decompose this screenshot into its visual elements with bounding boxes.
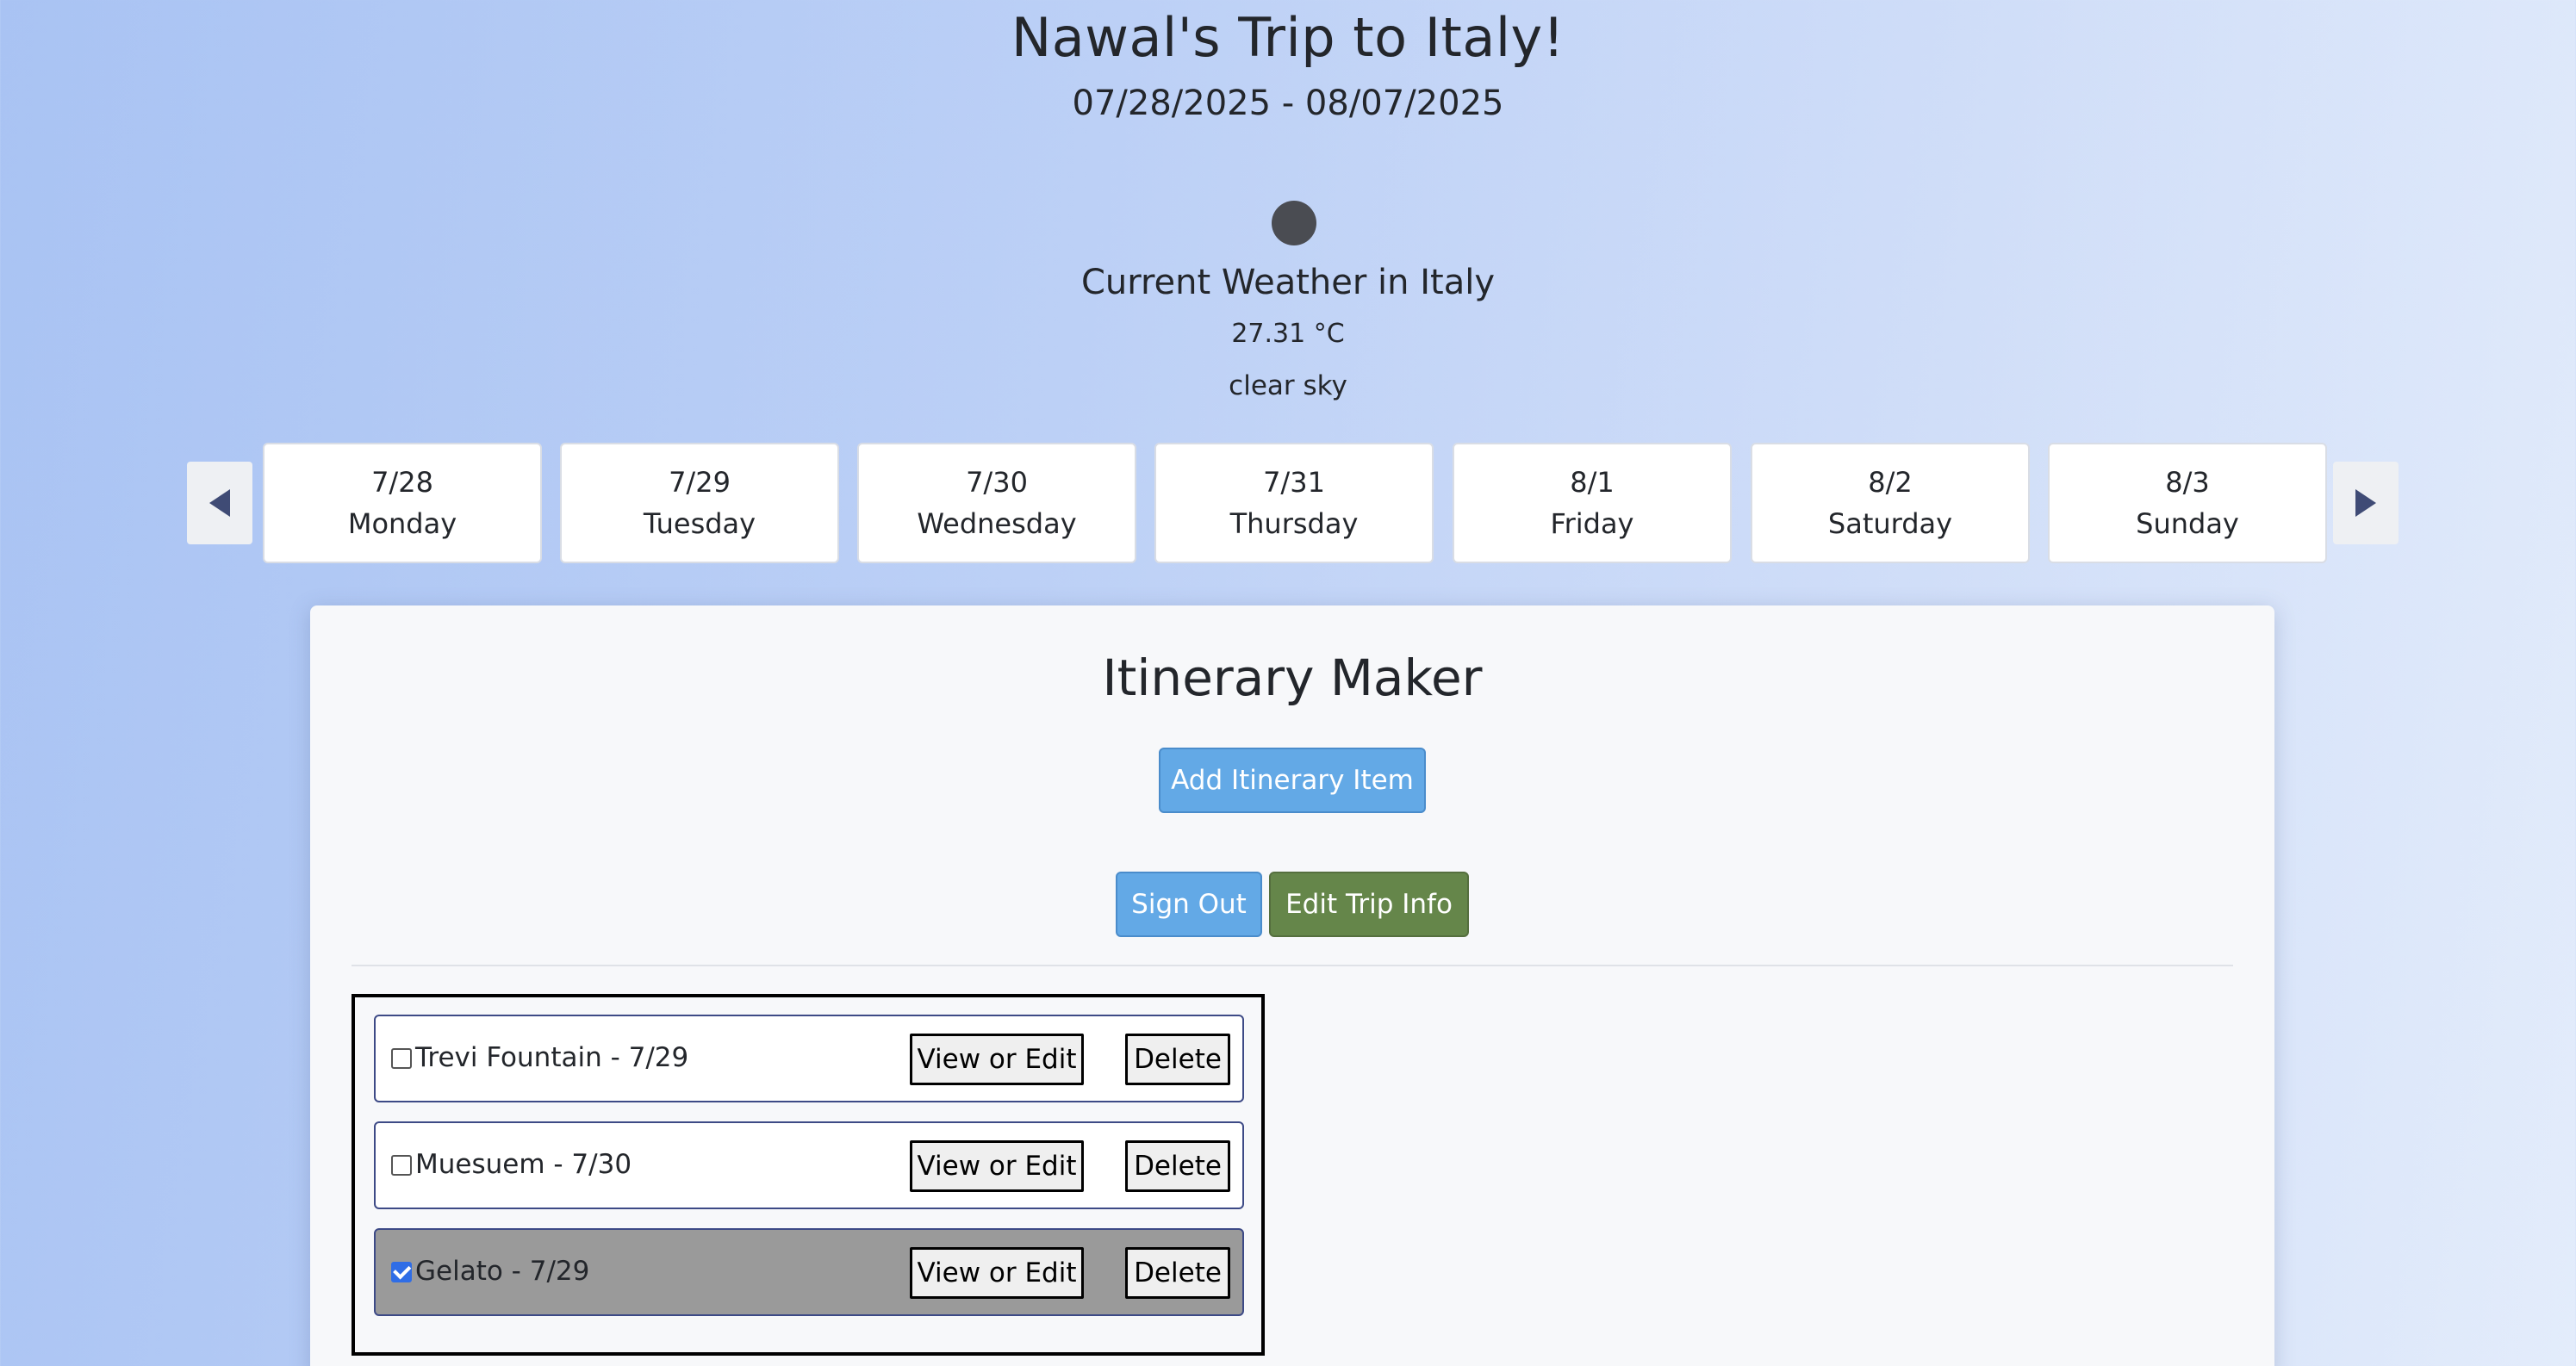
day-card-wednesday[interactable]: 7/30 Wednesday <box>857 443 1136 563</box>
sign-out-button[interactable]: Sign Out <box>1116 872 1262 937</box>
chevron-left-icon <box>209 489 230 517</box>
view-or-edit-button[interactable]: View or Edit <box>910 1247 1084 1299</box>
day-name: Thursday <box>1229 507 1359 540</box>
trip-dates: 07/28/2025 - 08/07/2025 <box>1072 84 1504 123</box>
divider <box>352 965 2233 966</box>
day-card-monday[interactable]: 7/28 Monday <box>263 443 542 563</box>
day-card-saturday[interactable]: 8/2 Saturday <box>1751 443 2030 563</box>
day-date: 8/2 <box>1868 466 1913 499</box>
day-card-sunday[interactable]: 8/3 Sunday <box>2048 443 2327 563</box>
add-itinerary-item-button[interactable]: Add Itinerary Item <box>1159 748 1426 813</box>
day-name: Sunday <box>2136 507 2239 540</box>
item-checkbox[interactable] <box>391 1262 412 1282</box>
list-item: Gelato - 7/29 View or Edit Delete <box>374 1228 1244 1316</box>
weather-icon <box>1272 201 1316 245</box>
day-date: 7/30 <box>966 466 1028 499</box>
itinerary-panel: Itinerary Maker Add Itinerary Item Sign … <box>310 605 2274 1366</box>
day-name: Tuesday <box>643 507 756 540</box>
day-date: 7/31 <box>1263 466 1325 499</box>
day-card-friday[interactable]: 8/1 Friday <box>1453 443 1732 563</box>
day-card-thursday[interactable]: 7/31 Thursday <box>1154 443 1434 563</box>
day-date: 8/1 <box>1570 466 1615 499</box>
item-checkbox[interactable] <box>391 1155 412 1176</box>
day-date: 8/3 <box>2165 466 2210 499</box>
item-checkbox[interactable] <box>391 1048 412 1069</box>
day-name: Saturday <box>1827 507 1953 540</box>
previous-days-button[interactable] <box>187 462 252 544</box>
day-date: 7/29 <box>669 466 731 499</box>
itinerary-list: Trevi Fountain - 7/29 View or Edit Delet… <box>352 994 1265 1356</box>
edit-trip-info-button[interactable]: Edit Trip Info <box>1269 872 1469 937</box>
view-or-edit-button[interactable]: View or Edit <box>910 1140 1084 1192</box>
day-name: Friday <box>1550 507 1634 540</box>
item-label: Gelato - 7/29 <box>415 1256 590 1287</box>
day-name: Wednesday <box>917 507 1077 540</box>
delete-button[interactable]: Delete <box>1125 1034 1230 1085</box>
trip-title: Nawal's Trip to Italy! <box>1011 6 1565 69</box>
day-date: 7/28 <box>371 466 433 499</box>
list-item: Muesuem - 7/30 View or Edit Delete <box>374 1121 1244 1209</box>
view-or-edit-button[interactable]: View or Edit <box>910 1034 1084 1085</box>
list-item: Trevi Fountain - 7/29 View or Edit Delet… <box>374 1015 1244 1102</box>
weather-temperature: 27.31 °C <box>1231 319 1345 349</box>
itinerary-title: Itinerary Maker <box>1102 649 1483 707</box>
delete-button[interactable]: Delete <box>1125 1247 1230 1299</box>
day-name: Monday <box>347 507 457 540</box>
next-days-button[interactable] <box>2333 462 2399 544</box>
chevron-right-icon <box>2355 489 2376 517</box>
item-label: Trevi Fountain - 7/29 <box>415 1042 689 1073</box>
delete-button[interactable]: Delete <box>1125 1140 1230 1192</box>
item-label: Muesuem - 7/30 <box>415 1149 632 1180</box>
day-card-tuesday[interactable]: 7/29 Tuesday <box>560 443 839 563</box>
weather-description: clear sky <box>1229 370 1347 401</box>
weather-title: Current Weather in Italy <box>1080 263 1496 302</box>
